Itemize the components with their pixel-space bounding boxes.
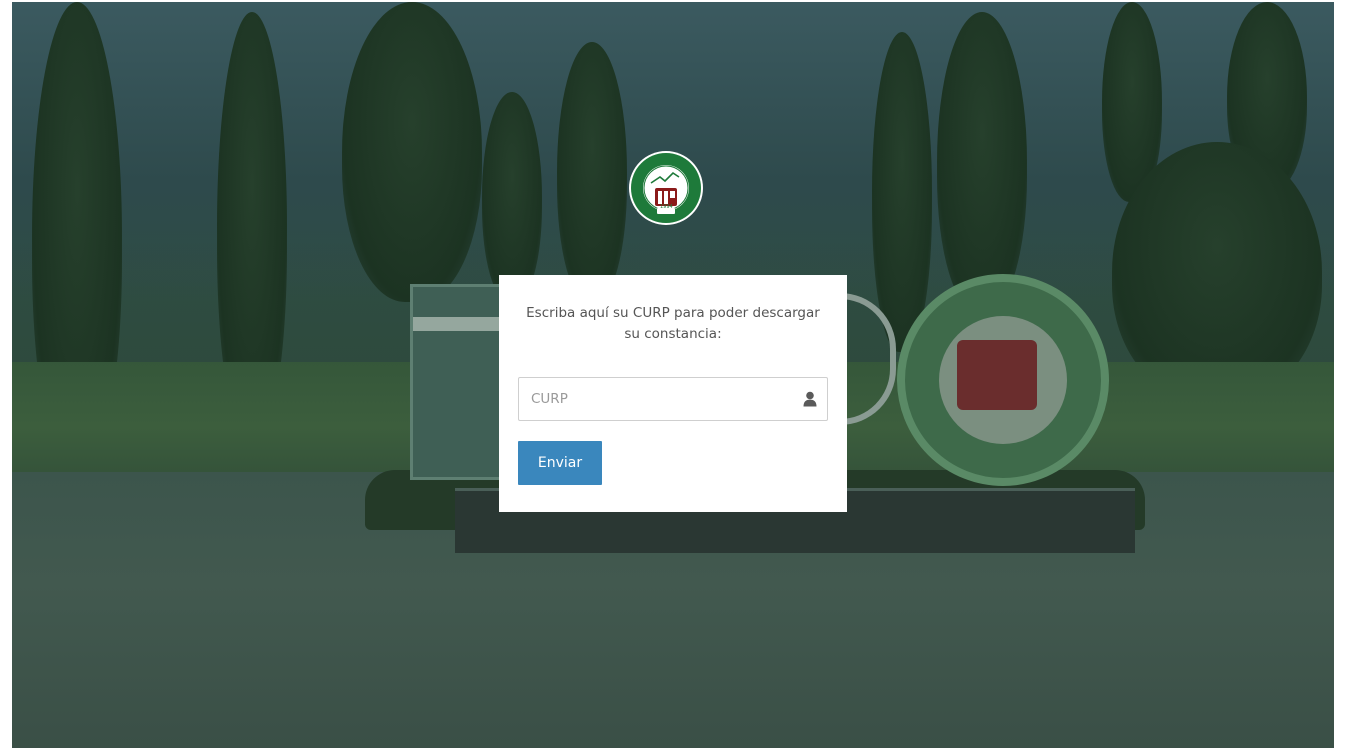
university-logo bbox=[629, 151, 703, 225]
curp-prompt: Escriba aquí su CURP para poder descarga… bbox=[526, 305, 820, 342]
background-tree bbox=[557, 42, 627, 302]
curp-field[interactable] bbox=[518, 377, 828, 421]
background-seal bbox=[897, 274, 1109, 486]
user-icon bbox=[803, 391, 817, 407]
submit-button[interactable]: Enviar bbox=[518, 441, 602, 485]
logo-year: 1994 bbox=[660, 204, 673, 210]
background-tree bbox=[872, 32, 932, 352]
map-sign-header bbox=[413, 317, 503, 331]
background-tree bbox=[342, 2, 482, 302]
background-map-sign bbox=[410, 284, 506, 480]
background-tree bbox=[937, 12, 1027, 312]
curp-card: Escriba aquí su CURP para poder descarga… bbox=[499, 275, 847, 512]
background-seal-mark bbox=[957, 340, 1037, 410]
background-tree bbox=[482, 92, 542, 302]
curp-input[interactable] bbox=[519, 378, 801, 420]
